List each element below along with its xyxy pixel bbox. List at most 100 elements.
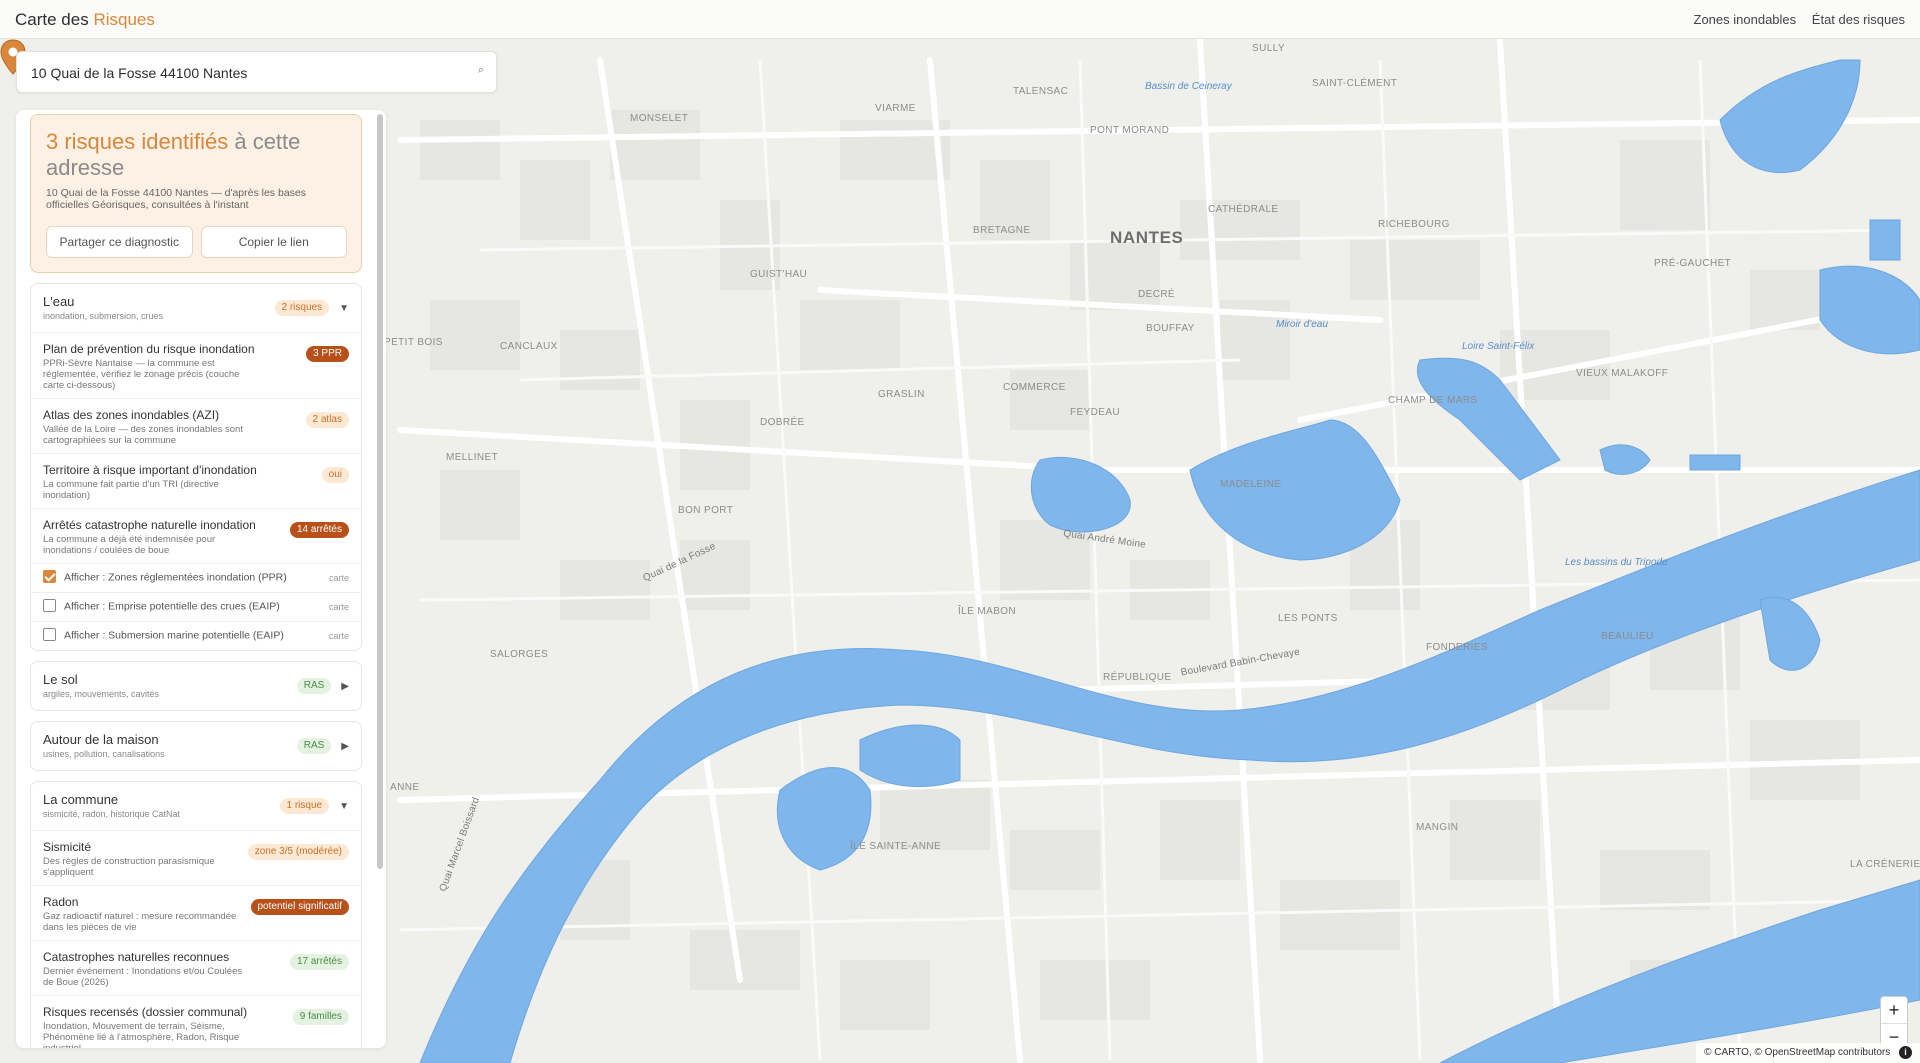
map-label-salorges: SALORGES — [490, 649, 549, 660]
checkbox-checked[interactable] — [43, 570, 56, 583]
map-label-republique: RÉPUBLIQUE — [1103, 672, 1172, 683]
map-label-talensac: TALENSAC — [1013, 86, 1069, 97]
zoom-in-button[interactable]: + — [1881, 997, 1907, 1024]
status-badge: RAS — [296, 678, 332, 694]
map-label-viarme: VIARME — [875, 103, 916, 114]
risk-count-badge: 2 risques — [274, 300, 330, 316]
section-maison: Autour de la maison usines, pollution, c… — [30, 721, 362, 771]
attribution-text: © CARTO, © OpenStreetMap contributors — [1704, 1047, 1891, 1058]
risk-item-badge: 14 arrêtés — [289, 522, 349, 538]
layer-toggle-eaip-crues[interactable]: Afficher : Emprise potentielle des crues… — [31, 592, 361, 621]
risk-count-badge: 1 risque — [279, 798, 330, 814]
map-label-bassin-ceineray: Bassin de Ceineray — [1145, 81, 1232, 92]
risk-item-catnat-inondation: Arrêtés catastrophe naturelle inondation… — [31, 508, 361, 563]
map-label-bassins-tripode: Les bassins du Tripode — [1565, 557, 1668, 568]
chevron-right-icon[interactable]: ▶ — [341, 741, 349, 752]
section-eau-header[interactable]: L'eau inondation, submersion, crues 2 ri… — [31, 284, 361, 332]
risk-item-desc: Vallée de la Loire — des zones inondable… — [43, 424, 243, 446]
map-label-sully: SULLY — [1252, 43, 1285, 54]
map-attribution: © CARTO, © OpenStreetMap contributors i — [1696, 1043, 1920, 1063]
search-icon[interactable]: ⌕ — [478, 64, 484, 77]
panel-scrollbar[interactable] — [377, 114, 383, 869]
map-label-decre: DECRÉ — [1138, 289, 1176, 300]
section-maison-header[interactable]: Autour de la maison usines, pollution, c… — [31, 722, 361, 770]
section-commune: La commune sismicité, radon, historique … — [30, 781, 362, 1048]
section-sol-header[interactable]: Le sol argiles, mouvements, cavités RAS … — [31, 662, 361, 710]
layer-toggle-label: Afficher : Zones réglementées inondation… — [64, 571, 287, 584]
layer-tag: carte — [328, 573, 349, 583]
risk-item-badge: 17 arrêtés — [289, 954, 349, 970]
layer-tag: carte — [328, 602, 349, 612]
map-label-bon-port: BON PORT — [678, 505, 734, 516]
risk-item-azi: Atlas des zones inondables (AZI) Vallée … — [31, 398, 361, 453]
layer-toggle-eaip-submersion[interactable]: Afficher : Submersion marine potentielle… — [31, 621, 361, 650]
map-label-loire-saint-felix: Loire Saint-Félix — [1462, 341, 1535, 352]
top-bar: Carte des Risques Zones inondables État … — [0, 0, 1920, 39]
map-label-commerce: COMMERCE — [1003, 382, 1066, 393]
risk-panel: 3 risques identifiés à cette adresse 10 … — [16, 110, 386, 1048]
section-commune-header[interactable]: La commune sismicité, radon, historique … — [31, 782, 361, 830]
map-label-cathedrale: CATHÉDRALE — [1208, 204, 1279, 215]
nav-zones-inondables[interactable]: Zones inondables — [1694, 12, 1797, 27]
map-label-graslin: GRASLIN — [878, 389, 925, 400]
map-label-beaulieu: BEAULIEU — [1601, 631, 1654, 642]
risk-panel-content: 3 risques identifiés à cette adresse 10 … — [30, 114, 362, 1048]
risk-item-ppri: Plan de prévention du risque inondation … — [31, 332, 361, 398]
share-diagnosis-button[interactable]: Partager ce diagnostic — [46, 226, 193, 258]
map-label-fonderies: FONDERIES — [1426, 642, 1488, 653]
risk-item-sismicite: Sismicité Des règles de construction par… — [31, 830, 361, 885]
risk-item-title: Territoire à risque important d'inondati… — [43, 463, 257, 477]
map-label-richebourg: RICHEBOURG — [1378, 219, 1450, 230]
risk-item-badge: potentiel significatif — [250, 899, 349, 915]
checkbox[interactable] — [43, 599, 56, 612]
brand-logo[interactable]: Carte des Risques — [15, 10, 155, 30]
risk-item-title: Atlas des zones inondables (AZI) — [43, 408, 220, 422]
section-sol: Le sol argiles, mouvements, cavités RAS … — [30, 661, 362, 711]
map-label-petit-bois: PETIT BOIS — [384, 337, 443, 348]
map-label-bretagne: BRETAGNE — [973, 225, 1031, 236]
map-label-vieux-malakoff: VIEUX MALAKOFF — [1576, 368, 1669, 379]
risk-item-badge: zone 3/5 (modérée) — [247, 844, 349, 860]
section-eau: L'eau inondation, submersion, crues 2 ri… — [30, 283, 362, 651]
checkbox[interactable] — [43, 628, 56, 641]
layer-toggle-ppr[interactable]: Afficher : Zones réglementées inondation… — [31, 563, 361, 592]
risk-item-badge: oui — [321, 467, 349, 483]
layer-tag: carte — [328, 631, 349, 641]
brand-accent: Risques — [93, 10, 155, 29]
status-badge: RAS — [296, 738, 332, 754]
chevron-down-icon[interactable]: ▼ — [339, 801, 349, 812]
summary-actions: Partager ce diagnostic Copier le lien — [46, 226, 347, 258]
map-label-mangin: MANGIN — [1416, 822, 1459, 833]
map-label-saint-clement: SAINT-CLÉMENT — [1312, 78, 1398, 89]
map-label-feydeau: FEYDEAU — [1070, 407, 1121, 418]
risk-item-catnat: Catastrophes naturelles reconnues Dernie… — [31, 940, 361, 995]
top-nav: Zones inondables État des risques — [1682, 12, 1905, 27]
map-label-canclaux: CANCLAUX — [500, 341, 558, 352]
risk-item-title: Plan de prévention du risque inondation — [43, 342, 255, 356]
section-meta: 1 risque ▼ — [279, 798, 349, 814]
section-meta: RAS ▶ — [296, 738, 349, 754]
map-label-ile-mabon: ÎLE MABON — [958, 606, 1017, 617]
map-label-la-crenerie: LA CRÉNERIE — [1850, 859, 1920, 870]
layer-toggle-label: Afficher : Submersion marine potentielle… — [64, 629, 284, 642]
info-icon[interactable]: i — [1899, 1046, 1912, 1059]
map-label-mellinet: MELLINET — [446, 452, 499, 463]
summary-subtitle: 10 Quai de la Fosse 44100 Nantes — d'apr… — [46, 187, 306, 211]
section-meta: 2 risques ▼ — [274, 300, 349, 316]
risk-item-desc: La commune fait partie d'un TRI (directi… — [43, 479, 219, 501]
search-input[interactable] — [31, 62, 461, 84]
map-label-nantes: NANTES — [1110, 228, 1184, 247]
map-label-anne: ANNE — [390, 782, 420, 793]
risk-item-badge: 2 atlas — [305, 412, 349, 428]
chevron-down-icon[interactable]: ▼ — [339, 303, 349, 314]
map-label-monselet: MONSELET — [630, 113, 689, 124]
section-meta: RAS ▶ — [296, 678, 349, 694]
risk-summary: 3 risques identifiés à cette adresse 10 … — [30, 114, 362, 273]
risk-item-radon: Radon Gaz radioactif naturel : mesure re… — [31, 885, 361, 940]
map-label-pre-gauchet: PRÉ-GAUCHET — [1654, 258, 1732, 269]
map-label-miroir-eau: Miroir d'eau — [1276, 319, 1328, 330]
copy-link-button[interactable]: Copier le lien — [200, 226, 347, 258]
nav-etat-des-risques[interactable]: État des risques — [1812, 12, 1905, 27]
chevron-right-icon[interactable]: ▶ — [341, 681, 349, 692]
map-label-pont-morand: PONT MORAND — [1090, 125, 1170, 136]
